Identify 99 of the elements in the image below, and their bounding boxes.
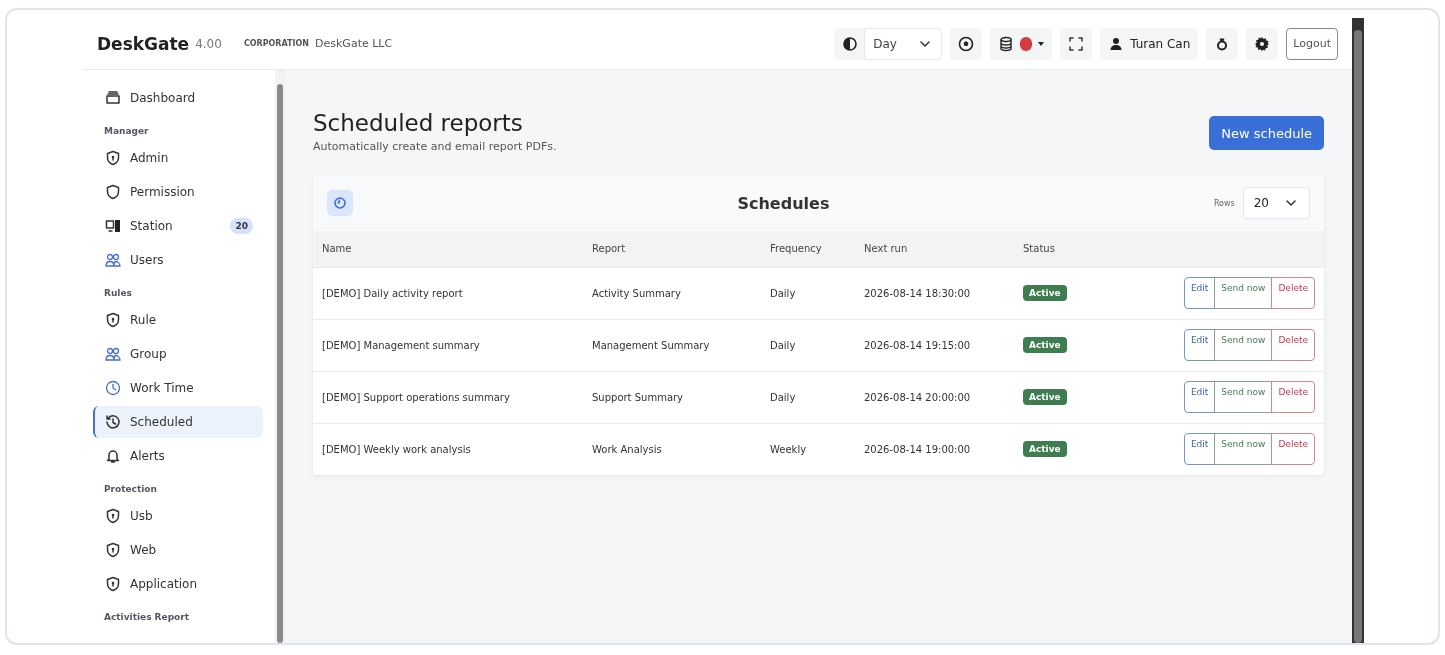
- corporation-name: DeskGate LLC: [315, 37, 393, 50]
- sidebar-item[interactable]: Work Time: [93, 372, 263, 404]
- send-now-button[interactable]: Send now: [1214, 277, 1273, 309]
- ring-button[interactable]: [1206, 27, 1239, 60]
- edit-button[interactable]: Edit: [1183, 329, 1216, 361]
- table-cell: 2026-08-14 19:00:00: [864, 443, 971, 455]
- contrast-icon: [842, 35, 859, 52]
- version-label: 4.00: [195, 36, 222, 51]
- column-header: Report: [583, 231, 761, 267]
- sidebar-item[interactable]: Users: [93, 244, 263, 276]
- sidebar-item[interactable]: Scheduled: [93, 406, 263, 438]
- history-icon: [105, 414, 121, 430]
- sidebar-item[interactable]: Admin: [93, 142, 263, 174]
- database-button[interactable]: [990, 27, 1053, 60]
- column-header: Frequency: [761, 231, 855, 267]
- refresh-button[interactable]: [327, 190, 353, 216]
- table-cell: 2026-08-14 19:15:00: [864, 339, 971, 351]
- status-badge: Active: [1023, 285, 1067, 301]
- edit-button[interactable]: Edit: [1183, 433, 1216, 466]
- delete-button[interactable]: Delete: [1271, 329, 1315, 361]
- edit-button[interactable]: Edit: [1183, 277, 1216, 309]
- sidebar-item[interactable]: Web: [93, 534, 263, 566]
- logout-button[interactable]: Logout: [1286, 27, 1338, 60]
- shield-icon: [105, 150, 121, 166]
- table-cell: Activity Summary: [592, 287, 681, 299]
- corporation-label: CORPORATION: [243, 39, 310, 48]
- section-heading: Protection: [103, 483, 158, 496]
- send-now-button[interactable]: Send now: [1214, 381, 1273, 413]
- sidebar-item[interactable]: Usb: [93, 500, 263, 532]
- shield-icon: [105, 312, 121, 328]
- count-badge: 20: [230, 218, 253, 234]
- refresh-icon: [332, 195, 348, 211]
- shield-icon: [105, 508, 121, 524]
- shield-icon: [105, 184, 121, 200]
- sidebar-item[interactable]: Dashboard: [93, 82, 263, 114]
- fullscreen-icon: [1068, 35, 1085, 52]
- status-badge: Active: [1023, 389, 1067, 405]
- users-icon: [105, 252, 121, 268]
- delete-button[interactable]: Delete: [1271, 381, 1315, 413]
- table-cell: Support Summary: [592, 391, 684, 403]
- sidebar-scrollbar[interactable]: [275, 70, 285, 643]
- edit-button[interactable]: Edit: [1183, 381, 1216, 413]
- theme-control[interactable]: Day: [834, 27, 943, 60]
- table-cell: Management Summary: [592, 339, 710, 351]
- rows-select[interactable]: 20: [1242, 187, 1310, 219]
- send-now-button[interactable]: Send now: [1214, 329, 1273, 361]
- table-cell: 2026-08-14 18:30:00: [864, 287, 971, 299]
- shield-icon: [105, 542, 121, 558]
- user-button[interactable]: Turan Can: [1100, 27, 1199, 60]
- theme-value: Day: [873, 36, 897, 51]
- table-cell: Work Analysis: [592, 443, 662, 455]
- theme-select[interactable]: Day: [864, 27, 943, 60]
- ball-button[interactable]: [950, 27, 983, 60]
- sidebar-item[interactable]: Rule: [93, 304, 263, 336]
- send-now-button[interactable]: Send now: [1214, 433, 1273, 466]
- ball-icon: [958, 35, 975, 52]
- table-cell: [DEMO] Management summary: [322, 339, 480, 351]
- status-badge: Active: [1023, 337, 1067, 353]
- column-header: Status: [1014, 231, 1114, 267]
- caret-icon: [1038, 41, 1045, 46]
- rows-value: 20: [1253, 196, 1269, 210]
- card-title: Schedules: [736, 193, 831, 213]
- sidebar-item[interactable]: Permission: [93, 176, 263, 208]
- users-icon: [105, 346, 121, 362]
- sidebar-item[interactable]: Alerts: [93, 440, 263, 472]
- table-cell: Daily: [770, 391, 796, 403]
- section-heading: Activities Report: [103, 611, 191, 624]
- section-heading: Manager: [103, 125, 150, 138]
- table-cell: 2026-08-14 20:00:00: [864, 391, 971, 403]
- settings-icon: [1254, 35, 1271, 52]
- status-badge: Active: [1023, 441, 1067, 458]
- settings-button[interactable]: [1246, 27, 1279, 60]
- page-title: Scheduled reports: [313, 110, 524, 136]
- delete-button[interactable]: Delete: [1271, 433, 1315, 466]
- page-subtitle: Automatically create and email report PDFs.: [313, 140, 557, 153]
- fullscreen-button[interactable]: [1060, 27, 1093, 60]
- table-cell: Weekly: [770, 443, 807, 455]
- bell-icon: [105, 448, 121, 464]
- app-name: DeskGate: [97, 33, 190, 54]
- table-cell: Daily: [770, 287, 796, 299]
- column-header: Name: [313, 231, 583, 267]
- column-header: Next run: [855, 231, 1014, 267]
- table-cell: [DEMO] Weekly work analysis: [322, 443, 471, 455]
- database-icon: [998, 35, 1015, 52]
- monitor-icon: [105, 218, 121, 234]
- table-cell: [DEMO] Support operations summary: [322, 391, 510, 403]
- clock-icon: [105, 380, 121, 396]
- table-cell: [DEMO] Daily activity report: [322, 287, 463, 299]
- scrollbar[interactable]: [1352, 18, 1364, 643]
- new-schedule-button[interactable]: New schedule: [1209, 116, 1324, 150]
- sidebar-item[interactable]: Group: [93, 338, 263, 370]
- table-cell: Daily: [770, 339, 796, 351]
- sidebar-item[interactable]: Station 20: [93, 210, 263, 242]
- sidebar-item[interactable]: Application: [93, 568, 263, 600]
- rows-label: Rows: [1213, 198, 1235, 208]
- tray-icon: [105, 90, 121, 106]
- delete-button[interactable]: Delete: [1271, 277, 1315, 309]
- section-heading: Rules: [103, 287, 133, 300]
- shield-icon: [105, 576, 121, 592]
